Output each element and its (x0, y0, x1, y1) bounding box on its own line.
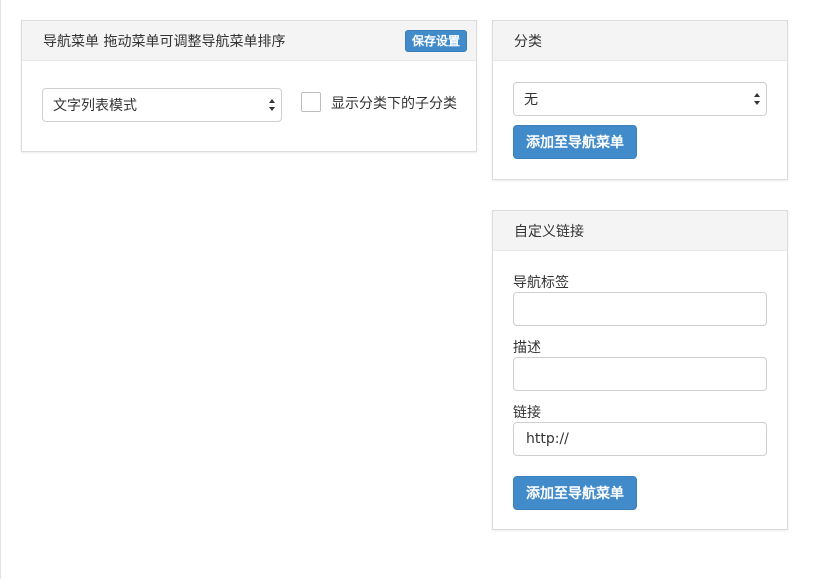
category-panel: 分类 无 添加至导航菜单 (492, 20, 788, 180)
custom-link-add-button[interactable]: 添加至导航菜单 (513, 476, 637, 510)
category-selected-value: 无 (524, 92, 538, 108)
custom-link-panel-header: 自定义链接 (493, 211, 787, 251)
nav-menu-title: 导航菜单 拖动菜单可调整导航菜单排序 (43, 33, 286, 50)
display-mode-select[interactable]: 文字列表模式 (42, 88, 282, 122)
custom-link-panel: 自定义链接 导航标签 描述 链接 添加至导航菜单 (492, 210, 788, 530)
select-arrows-icon (269, 99, 275, 111)
display-mode-selected-value: 文字列表模式 (53, 98, 137, 114)
show-subcategories-label: 显示分类下的子分类 (331, 96, 457, 112)
category-add-button[interactable]: 添加至导航菜单 (513, 125, 637, 159)
nav-menu-panel-header: 导航菜单 拖动菜单可调整导航菜单排序 保存设置 (22, 21, 476, 61)
description-input[interactable] (513, 357, 767, 391)
page-left-border (0, 0, 1, 579)
category-panel-header: 分类 (493, 21, 787, 61)
link-input[interactable] (513, 422, 767, 456)
save-settings-button[interactable]: 保存设置 (404, 29, 467, 52)
category-title: 分类 (514, 33, 542, 50)
category-select[interactable]: 无 (513, 82, 767, 116)
nav-label-input[interactable] (513, 292, 767, 326)
description-field-label: 描述 (513, 340, 541, 356)
show-subcategories-checkbox[interactable] (301, 92, 321, 112)
custom-link-title: 自定义链接 (514, 223, 584, 240)
select-arrows-icon (754, 93, 760, 105)
nav-menu-panel: 导航菜单 拖动菜单可调整导航菜单排序 保存设置 文字列表模式 显示分类下的子分类 (21, 20, 477, 152)
link-field-label: 链接 (513, 405, 541, 421)
nav-label-field-label: 导航标签 (513, 275, 569, 291)
